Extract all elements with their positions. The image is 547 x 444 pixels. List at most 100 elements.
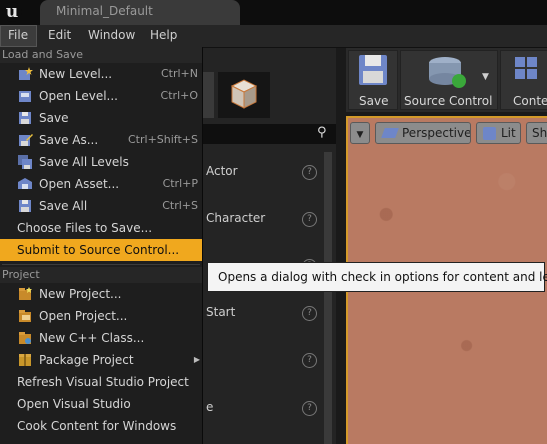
search-icon[interactable]: ⚲ [317,125,333,141]
menu-bar: File Edit Window Help [0,25,547,48]
menu-item-open-level[interactable]: Open Level... Ctrl+O [0,85,202,107]
menu-item-label: Choose Files to Save... [17,221,153,235]
shortcut-label: Ctrl+O [160,89,198,102]
menu-item-choose-files-to-save[interactable]: Choose Files to Save... [0,217,202,239]
menu-item-label: Package Project [39,353,134,367]
geometry-cube-icon [230,79,258,109]
menu-item-new-level[interactable]: New Level... Ctrl+N [0,63,202,85]
title-bar: u Minimal_Default [0,0,547,25]
shortcut-label: Ctrl+N [160,67,198,80]
menu-item-label: Submit to Source Control... [17,243,180,257]
menu-item-new-project[interactable]: New Project... [0,283,202,305]
save-button[interactable]: Save [348,50,398,110]
menu-item-label: New C++ Class... [39,331,145,345]
source-control-label: Source Control [404,94,493,108]
package-icon [19,354,31,366]
save-all-levels-icon [18,155,32,169]
shortcut-label: Ctrl+S [162,199,198,212]
menu-item-open-visual-studio[interactable]: Open Visual Studio [0,393,202,415]
menu-item-save-all[interactable]: Save All Ctrl+S [0,195,202,217]
mode-tab-geometry[interactable] [218,72,270,118]
shortcut-label: Ctrl+Shift+S [128,133,198,146]
open-level-icon [19,91,31,102]
place-scrollbar[interactable] [324,152,332,444]
new-level-icon [19,67,33,80]
source-control-icon: ▼ [429,57,489,88]
menu-separator [2,264,200,265]
menu-item-label: Open Visual Studio [17,397,131,411]
menu-item-label: Cook Content for Windows [17,419,177,433]
menu-item-save-all-levels[interactable]: Save All Levels [0,151,202,173]
help-icon[interactable]: ? [302,401,317,416]
lit-sphere-icon [483,127,496,140]
level-tab-label: Minimal_Default [56,4,153,18]
content-button[interactable]: Conter [500,50,547,110]
menu-item-cook-content-for-windows[interactable]: Cook Content for Windows [0,415,202,437]
open-project-icon [19,310,31,322]
menu-item-label: Save [39,111,69,125]
menu-item-label: Open Asset... [39,177,120,191]
save-icon [19,112,31,124]
cpp-class-icon [19,332,31,344]
menu-item-new-cpp-class[interactable]: New C++ Class... [0,327,202,349]
main-toolbar: Save ▼ Source Control Conter [346,48,547,112]
menu-item-label: Open Project... [39,309,128,323]
menu-item-label: New Level... [39,67,113,81]
shortcut-label: Ctrl+P [162,177,198,190]
menu-item-package-project[interactable]: Package Project ▶ [0,349,202,371]
menu-item-refresh-visual-studio-project[interactable]: Refresh Visual Studio Project [0,371,202,393]
place-search-input[interactable] [200,124,336,144]
place-item-partial[interactable]: e [206,400,213,414]
show-label: Sh [532,126,547,140]
menu-item-save-as[interactable]: Save As... Ctrl+Shift+S [0,129,202,151]
place-item-player-start[interactable]: Start [206,305,235,319]
section-header-load-save: Load and Save [0,47,202,63]
place-item-actor[interactable]: Actor [206,164,238,178]
menu-item-label: Refresh Visual Studio Project [17,375,189,389]
tooltip: Opens a dialog with check in options for… [207,262,547,292]
file-menu-dropdown: Load and Save New Level... Ctrl+N Open L… [0,47,203,444]
menu-file[interactable]: File [0,25,37,47]
perspective-label: Perspective [402,126,471,140]
menu-window[interactable]: Window [81,25,142,47]
viewport-options-button[interactable]: ▼ [350,122,370,144]
chevron-down-icon: ▼ [356,130,364,140]
place-item-character[interactable]: Character [206,211,265,225]
submenu-arrow-icon: ▶ [193,355,200,364]
help-icon[interactable]: ? [302,306,317,321]
lit-button[interactable]: Lit [476,122,521,144]
help-icon[interactable]: ? [302,353,317,368]
content-button-label: Conter [513,94,547,108]
floppy-save-icon [359,55,387,85]
menu-edit[interactable]: Edit [41,25,78,47]
menu-help[interactable]: Help [143,25,184,47]
new-project-icon [19,287,32,300]
save-all-icon [19,200,31,212]
svg-text:▼: ▼ [482,72,489,82]
menu-item-label: Save All Levels [39,155,129,169]
menu-item-label: New Project... [39,287,122,301]
menu-item-label: Save As... [39,133,99,147]
save-button-label: Save [359,94,389,108]
menu-item-open-asset[interactable]: Open Asset... Ctrl+P [0,173,202,195]
perspective-button[interactable]: Perspective [375,122,471,144]
open-asset-icon [18,178,32,189]
unreal-logo-icon: u [2,2,22,22]
section-header-project: Project [0,267,202,283]
menu-item-save[interactable]: Save [0,107,202,129]
menu-item-label: Open Level... [39,89,118,103]
menu-item-submit-to-source-control[interactable]: Submit to Source Control... [0,239,202,261]
perspective-icon [381,128,399,138]
lit-label: Lit [501,126,516,140]
menu-item-open-project[interactable]: Open Project... [0,305,202,327]
source-control-button[interactable]: ▼ Source Control [400,50,498,110]
level-tab[interactable]: Minimal_Default [40,0,240,25]
mode-tab[interactable] [202,72,214,118]
menu-item-label: Save All [39,199,88,213]
help-icon[interactable]: ? [302,212,317,227]
help-icon[interactable]: ? [302,165,317,180]
show-button[interactable]: Sh [526,122,547,144]
content-browser-icon [515,57,537,79]
save-as-icon [19,134,33,146]
panel-splitter[interactable] [336,48,346,444]
